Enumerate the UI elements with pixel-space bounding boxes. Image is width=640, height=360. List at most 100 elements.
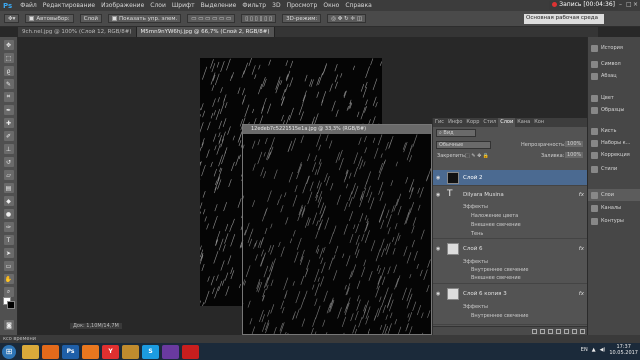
eye-icon[interactable]: ◉ [436, 246, 442, 252]
layer-row[interactable]: ◉ T Dilyara Musina fx Эффекты Наложение … [433, 187, 588, 239]
firefox-icon[interactable] [82, 344, 99, 359]
blur-tool-icon[interactable]: ◆ [3, 196, 14, 206]
mask-icon[interactable] [548, 328, 553, 334]
volume-icon[interactable]: ◀) [600, 347, 606, 353]
minimize-icon[interactable]: – [619, 1, 624, 8]
layer-row[interactable]: ◉ Слой 6 fx Эффекты Внутреннее свечение … [433, 240, 588, 284]
fill-input[interactable]: 100% [565, 152, 584, 158]
tab-layers[interactable]: Слои [498, 118, 516, 127]
show-controls-checkbox[interactable]: Показать упр. элем. [107, 14, 182, 23]
dock-paths[interactable]: Контуры [588, 215, 640, 227]
eye-icon[interactable]: ◉ [436, 192, 442, 198]
group-icon[interactable] [564, 328, 569, 334]
eraser-tool-icon[interactable]: ▱ [3, 170, 14, 180]
floating-document-window[interactable]: 12edeb7c5221515e1a.jpg @ 33,3% (RGB/8#) [242, 124, 432, 335]
menu-window[interactable]: Окно [323, 2, 339, 9]
menu-type[interactable]: Шрифт [172, 2, 195, 9]
autoselect-dropdown[interactable]: Слой [79, 14, 102, 23]
align-buttons[interactable]: ▭ ▭ ▭ ▭ ▭ ▭ [187, 14, 236, 23]
folder-icon[interactable] [122, 344, 139, 359]
move-tool-icon[interactable]: ✥ [3, 40, 14, 50]
gradient-tool-icon[interactable]: ▤ [3, 183, 14, 193]
shape-tool-icon[interactable]: ▭ [3, 261, 14, 271]
menu-view[interactable]: Просмотр [287, 2, 318, 9]
tab-info[interactable]: Инфо [446, 118, 464, 127]
recorder-icon[interactable] [182, 344, 199, 359]
start-button[interactable]: ⊞ [2, 344, 16, 359]
fx-icon[interactable]: fx [579, 246, 584, 252]
dock-character[interactable]: Символ [588, 58, 640, 70]
photoshop-icon[interactable]: Ps [62, 344, 79, 359]
language-indicator[interactable]: EN [581, 347, 588, 353]
mode-3d-buttons[interactable]: ◎ ✥ ↻ ✛ ◫ [327, 14, 367, 23]
windows-explorer-icon[interactable] [22, 344, 39, 359]
lock-icons[interactable]: ⬚ ✎ ✥ 🔒 [465, 153, 489, 159]
dock-color[interactable]: Цвет [588, 92, 640, 104]
menu-image[interactable]: Изображение [101, 2, 144, 9]
crop-tool-icon[interactable]: ⌗ [3, 92, 14, 102]
menu-filter[interactable]: Фильтр [242, 2, 266, 9]
dock-layers[interactable]: Слои [588, 189, 640, 201]
move-tool-icon[interactable]: ✥▾ [4, 14, 20, 23]
tab-histogram[interactable]: Гис [433, 118, 446, 127]
adjustment-icon[interactable] [556, 328, 561, 334]
dock-swatches[interactable]: Образцы [588, 104, 640, 116]
workspace-dropdown[interactable]: Основная рабочая среда [524, 14, 604, 24]
tab-channels[interactable]: Кана [515, 118, 532, 127]
dock-styles[interactable]: Стили [588, 163, 640, 175]
eyedropper-tool-icon[interactable]: ✒ [3, 105, 14, 115]
fx-icon[interactable]: fx [579, 192, 584, 198]
link-icon[interactable] [532, 328, 537, 334]
brush-tool-icon[interactable]: ✐ [3, 131, 14, 141]
dock-channels[interactable]: Каналы [588, 202, 640, 214]
lasso-tool-icon[interactable]: ϱ [3, 66, 14, 76]
dock-paragraph[interactable]: Абзац [588, 70, 640, 82]
doc-tab-2[interactable]: M5mn9nYW6hj.jpg @ 66,7% (Слой 2, RGB/8#) [136, 27, 275, 37]
opacity-input[interactable]: 100% [565, 141, 584, 147]
dock-brush-presets[interactable]: Наборы к... [588, 137, 640, 149]
menu-help[interactable]: Справка [345, 2, 371, 9]
yandex-browser-icon[interactable]: Y [102, 344, 119, 359]
menu-file[interactable]: Файл [20, 2, 37, 9]
quick-select-tool-icon[interactable]: ✎ [3, 79, 14, 89]
marquee-tool-icon[interactable]: ⬚ [3, 53, 14, 63]
distribute-buttons[interactable]: ▯ ▯ ▯ ▯ ▯ ▯ [241, 14, 277, 23]
fx-add-icon[interactable] [540, 328, 545, 334]
trash-icon[interactable] [580, 328, 585, 334]
tab-styles[interactable]: Стил [481, 118, 498, 127]
dodge-tool-icon[interactable]: ● [3, 209, 14, 219]
stamp-tool-icon[interactable]: ⊥ [3, 144, 14, 154]
eye-icon[interactable]: ◉ [436, 291, 442, 297]
network-icon[interactable]: ▲ [592, 347, 596, 353]
media-app-icon[interactable] [162, 344, 179, 359]
zoom-tool-icon[interactable]: ⌕ [3, 287, 14, 297]
close-icon[interactable]: × [633, 1, 638, 8]
pen-tool-icon[interactable]: ✑ [3, 222, 14, 232]
floating-document-canvas[interactable] [243, 134, 431, 334]
filter-kind-dropdown[interactable]: ⌕ Вид [436, 129, 476, 137]
eye-icon[interactable]: ◉ [436, 175, 442, 181]
history-brush-tool-icon[interactable]: ↺ [3, 157, 14, 167]
menu-3d[interactable]: 3D [272, 2, 280, 9]
maximize-icon[interactable]: □ [626, 1, 632, 8]
healing-brush-tool-icon[interactable]: ✚ [3, 118, 14, 128]
blend-mode-dropdown[interactable]: Обычные [436, 141, 491, 149]
autoselect-checkbox[interactable]: Автовыбор: [25, 14, 74, 23]
path-select-tool-icon[interactable]: ➤ [3, 248, 14, 258]
clock[interactable]: 17:37 10.05.2017 [609, 344, 638, 356]
media-player-icon[interactable] [42, 344, 59, 359]
tab-corrections[interactable]: Корр [464, 118, 481, 127]
background-color-swatch[interactable] [7, 301, 15, 309]
text-tool-icon[interactable]: T [3, 235, 14, 245]
hand-tool-icon[interactable]: ✋ [3, 274, 14, 284]
tab-paths[interactable]: Кон [532, 118, 546, 127]
skype-icon[interactable]: S [142, 344, 159, 359]
menu-layers[interactable]: Слои [150, 2, 166, 9]
quick-mask-icon[interactable]: ◙ [4, 320, 14, 330]
layer-row[interactable]: ◉ Слой 6 копия 3 fx Эффекты Внутреннее с… [433, 285, 588, 325]
fx-icon[interactable]: fx [579, 291, 584, 297]
doc-size-status[interactable]: Док: 1,10М/14,7М [70, 323, 122, 329]
dock-history[interactable]: История [588, 42, 640, 54]
doc-tab-1[interactable]: 9ch.nel.jpg @ 100% (Слой 12, RGB/8#) [18, 27, 137, 37]
menu-edit[interactable]: Редактирование [43, 2, 95, 9]
